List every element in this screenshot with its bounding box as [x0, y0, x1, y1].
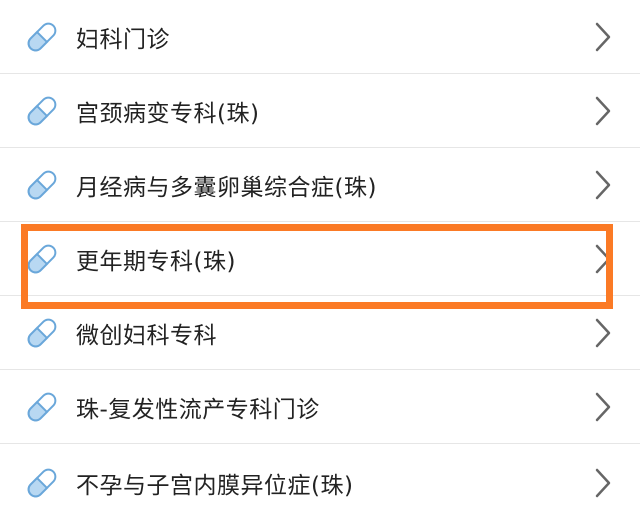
list-item-menopause[interactable]: 更年期专科(珠) — [0, 222, 640, 296]
department-list: 妇科门诊 宫颈病变专科(珠) 月经病与多囊卵巢综合症(珠) 更年期专科(珠) 微… — [0, 0, 640, 520]
list-item-infertility-endometriosis[interactable]: 不孕与子宫内膜异位症(珠) — [0, 446, 640, 520]
list-item-label: 宫颈病变专科(珠) — [76, 100, 260, 127]
chevron-right-icon — [595, 170, 611, 199]
pill-icon — [27, 392, 57, 421]
list-item-label: 不孕与子宫内膜异位症(珠) — [76, 473, 354, 499]
chevron-right-icon — [595, 392, 611, 421]
chevron-right-icon — [595, 244, 611, 273]
list-item-label: 妇科门诊 — [76, 26, 170, 53]
list-item-cervical-lesions[interactable]: 宫颈病变专科(珠) — [0, 74, 640, 148]
list-item-menstrual-pcos[interactable]: 月经病与多囊卵巢综合症(珠) — [0, 148, 640, 222]
list-item-label: 珠-复发性流产专科门诊 — [76, 396, 320, 423]
list-item-recurrent-miscarriage[interactable]: 珠-复发性流产专科门诊 — [0, 370, 640, 444]
chevron-right-icon — [595, 318, 611, 347]
pill-icon — [27, 22, 57, 51]
chevron-right-icon — [595, 22, 611, 51]
list-item-label: 月经病与多囊卵巢综合症(珠) — [76, 174, 377, 201]
list-item-label: 更年期专科(珠) — [76, 248, 236, 275]
pill-icon — [27, 468, 57, 498]
chevron-right-icon — [595, 96, 611, 125]
list-item-gynecology-clinic[interactable]: 妇科门诊 — [0, 0, 640, 74]
list-item-label: 微创妇科专科 — [76, 322, 217, 349]
chevron-right-icon — [595, 468, 611, 498]
pill-icon — [27, 244, 57, 273]
list-item-minimally-invasive[interactable]: 微创妇科专科 — [0, 296, 640, 370]
pill-icon — [27, 170, 57, 199]
pill-icon — [27, 318, 57, 347]
pill-icon — [27, 96, 57, 125]
